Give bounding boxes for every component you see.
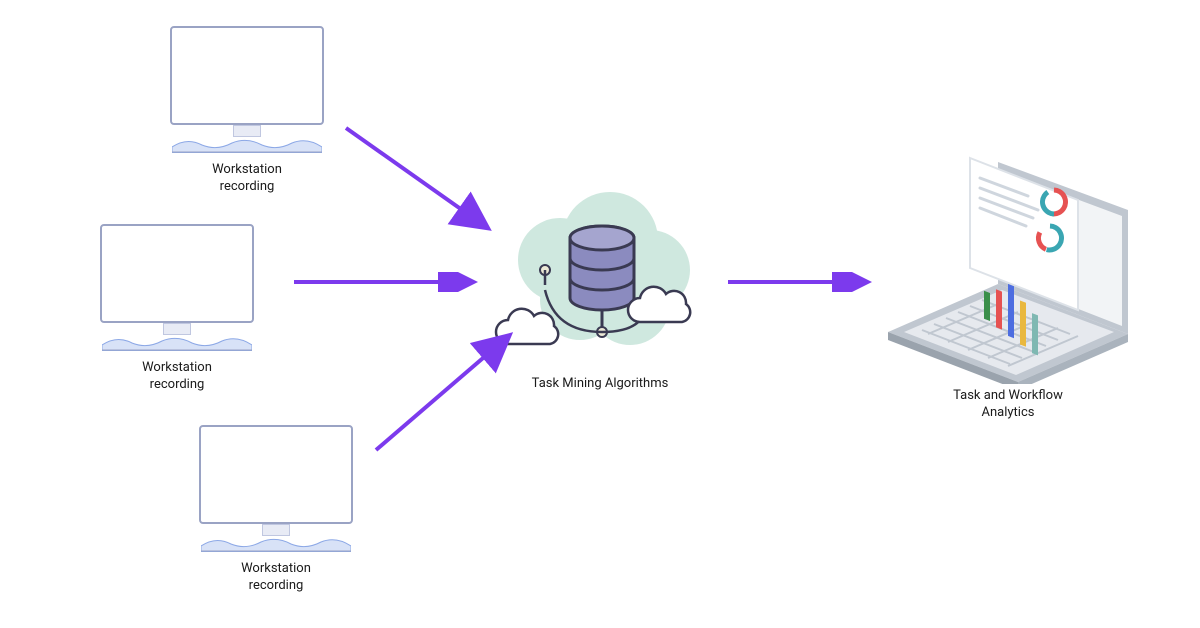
task-mining-cloud: Task Mining Algorithms [490,190,710,393]
arrow-ws2-to-center [290,272,480,292]
desktop-monitor-icon [196,425,356,555]
workstation-1-label: Workstation recording [167,162,327,196]
workstation-3-label: Workstation recording [196,561,356,595]
arrow-ws3-to-center [370,330,520,460]
workstation-1: Workstation recording [167,26,327,196]
analytics-laptop: Task and Workflow Analytics [878,154,1138,422]
arrow-center-to-right [724,272,874,292]
cloud-database-icon [490,190,710,370]
laptop-analytics-icon [878,154,1138,374]
arrow-ws1-to-center [340,120,500,240]
workstation-2: Workstation recording [97,224,257,394]
desktop-monitor-icon [97,224,257,354]
workstation-3: Workstation recording [196,425,356,595]
right-label: Task and Workflow Analytics [878,388,1138,422]
desktop-monitor-icon [167,26,327,156]
center-label: Task Mining Algorithms [490,376,710,393]
workstation-2-label: Workstation recording [97,360,257,394]
